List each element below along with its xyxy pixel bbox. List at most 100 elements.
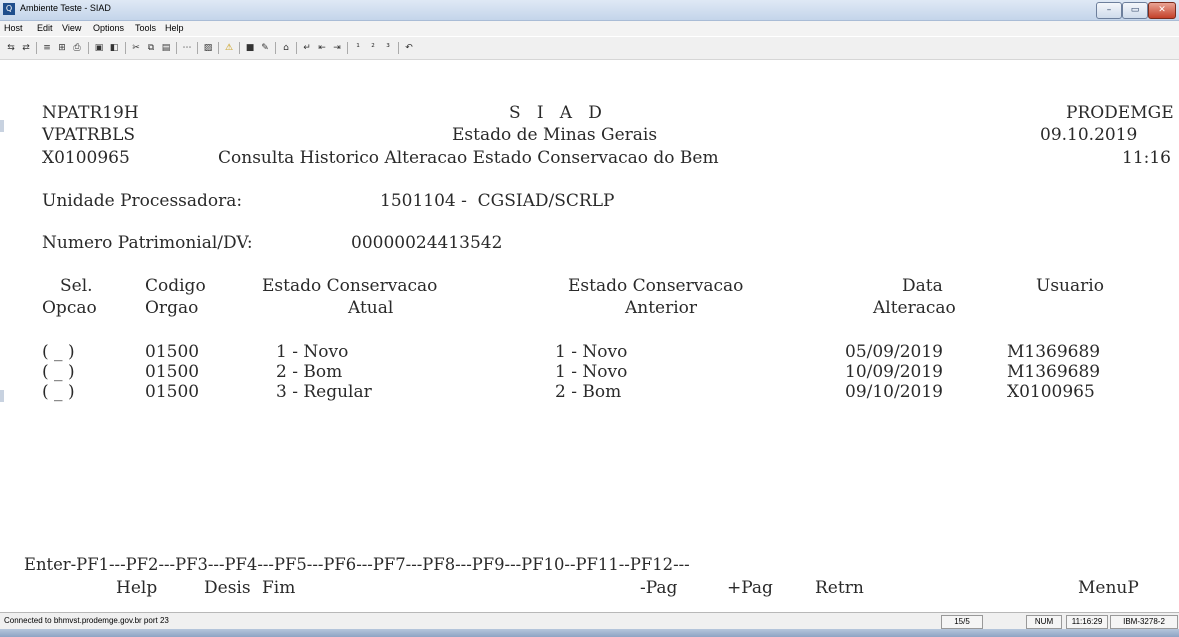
enter-icon[interactable]: ↵ bbox=[301, 42, 313, 54]
home-icon[interactable]: ⌂ bbox=[280, 42, 292, 54]
paste-icon[interactable]: ▤ bbox=[160, 42, 172, 54]
pf2-icon[interactable]: ² bbox=[367, 42, 379, 54]
macro-icon[interactable]: ✎ bbox=[259, 42, 271, 54]
pf3-icon[interactable]: ³ bbox=[382, 42, 394, 54]
program-name: NPATR19H bbox=[42, 103, 139, 123]
pf9-retrn-label[interactable]: Retrn bbox=[815, 578, 864, 598]
row-estado-anterior: 1 - Novo bbox=[555, 362, 628, 382]
row-select-field[interactable]: ( _ ) bbox=[42, 382, 75, 402]
menu-host[interactable]: Host bbox=[4, 23, 23, 33]
row-orgao: 01500 bbox=[145, 342, 200, 362]
tab-icon[interactable]: ⇥ bbox=[331, 42, 343, 54]
menu-view[interactable]: View bbox=[62, 23, 81, 33]
row-usuario: X0100965 bbox=[1007, 382, 1095, 402]
row-usuario: M1369689 bbox=[1007, 362, 1101, 382]
col-anterior-header: Anterior bbox=[625, 298, 698, 318]
col-atual-header: Atual bbox=[348, 298, 394, 318]
minimize-button[interactable]: – bbox=[1096, 2, 1122, 19]
terminal-type: IBM-3278-2 bbox=[1110, 615, 1178, 629]
receive-icon[interactable]: ⊞ bbox=[56, 42, 68, 54]
toolbar-separator bbox=[88, 42, 89, 54]
chart-icon[interactable]: ▨ bbox=[202, 42, 214, 54]
menu-bar: Host Edit View Options Tools Help bbox=[0, 21, 1179, 36]
undo-icon[interactable]: ↶ bbox=[403, 42, 415, 54]
save-session-icon[interactable]: ◧ bbox=[108, 42, 120, 54]
cut-icon[interactable]: ✂ bbox=[130, 42, 142, 54]
state-name: Estado de Minas Gerais bbox=[452, 125, 658, 145]
toolbar-separator bbox=[296, 42, 297, 54]
disconnect-icon[interactable]: ⇄ bbox=[20, 42, 32, 54]
toolbar-separator bbox=[197, 42, 198, 54]
window-titlebar: Q Ambiente Teste - SIAD – ▭ ✕ bbox=[0, 0, 1179, 21]
col-orgao-header: Orgao bbox=[145, 298, 199, 318]
toolbar-separator bbox=[398, 42, 399, 54]
toolbar-separator bbox=[347, 42, 348, 54]
pf7-prev-page-label[interactable]: -Pag bbox=[640, 578, 677, 598]
row-data: 09/10/2019 bbox=[845, 382, 943, 402]
col-codigo-header: Codigo bbox=[145, 276, 206, 296]
unidade-value: 1501104 - CGSIAD/SCRLP bbox=[380, 191, 615, 211]
menu-tools[interactable]: Tools bbox=[135, 23, 156, 33]
row-estado-atual: 1 - Novo bbox=[276, 342, 349, 362]
col-opcao-header: Opcao bbox=[42, 298, 97, 318]
unidade-label: Unidade Processadora: bbox=[42, 191, 243, 211]
send-icon[interactable]: ≡ bbox=[41, 42, 53, 54]
toolbar-separator bbox=[176, 42, 177, 54]
company-name: PRODEMGE bbox=[1066, 103, 1174, 123]
col-alteracao-header: Alteracao bbox=[873, 298, 956, 318]
toolbar-separator bbox=[218, 42, 219, 54]
screen-id: VPATRBLS bbox=[42, 125, 136, 145]
status-bar: Connected to bhmvst.prodemge.gov.br port… bbox=[0, 612, 1179, 630]
pf-keys-line: Enter-PF1---PF2---PF3---PF4---PF5---PF6-… bbox=[24, 555, 690, 574]
pf1-icon[interactable]: ¹ bbox=[352, 42, 364, 54]
close-button[interactable]: ✕ bbox=[1148, 2, 1176, 19]
terminal-screen[interactable]: NPATR19H S I A D PRODEMGE VPATRBLS Estad… bbox=[0, 60, 1179, 610]
row-select-field[interactable]: ( _ ) bbox=[42, 342, 75, 362]
maximize-button[interactable]: ▭ bbox=[1122, 2, 1148, 19]
connection-status: Connected to bhmvst.prodemge.gov.br port… bbox=[4, 616, 169, 625]
pf3-fim-label[interactable]: Fim bbox=[262, 578, 295, 598]
toolbar: ⇆ ⇄ ≡ ⊞ ⎙ ▣ ◧ ✂ ⧉ ▤ ⋯ ▨ ⚠ ■ ✎ ⌂ ↵ ⇤ ⇥ ¹ … bbox=[0, 37, 1179, 60]
col-estado-atual-header: Estado Conservacao bbox=[262, 276, 438, 296]
toolbar-separator bbox=[239, 42, 240, 54]
menu-edit[interactable]: Edit bbox=[37, 23, 53, 33]
copy-icon[interactable]: ⧉ bbox=[145, 42, 157, 54]
status-clock: 11:16:29 bbox=[1066, 615, 1108, 629]
screen-title: Consulta Historico Alteracao Estado Cons… bbox=[218, 148, 719, 168]
more-icon[interactable]: ⋯ bbox=[181, 42, 193, 54]
patrimonio-value: 00000024413542 bbox=[351, 233, 503, 253]
row-usuario: M1369689 bbox=[1007, 342, 1101, 362]
col-data-header: Data bbox=[902, 276, 943, 296]
connect-icon[interactable]: ⇆ bbox=[5, 42, 17, 54]
menu-help[interactable]: Help bbox=[165, 23, 184, 33]
menu-options[interactable]: Options bbox=[93, 23, 124, 33]
app-icon: Q bbox=[3, 3, 15, 15]
row-select-field[interactable]: ( _ ) bbox=[42, 362, 75, 382]
toolbar-separator bbox=[125, 42, 126, 54]
pf8-next-page-label[interactable]: +Pag bbox=[727, 578, 773, 598]
page-setup-icon[interactable]: ▣ bbox=[93, 42, 105, 54]
warning-icon[interactable]: ⚠ bbox=[223, 42, 235, 54]
row-estado-anterior: 1 - Novo bbox=[555, 342, 628, 362]
print-icon[interactable]: ⎙ bbox=[71, 42, 83, 54]
toolbar-separator bbox=[275, 42, 276, 54]
pf1-help-label[interactable]: Help bbox=[116, 578, 157, 598]
row-data: 05/09/2019 bbox=[845, 342, 943, 362]
pf12-menup-label[interactable]: MenuP bbox=[1078, 578, 1139, 598]
window-title: Ambiente Teste - SIAD bbox=[20, 3, 111, 13]
screen-date: 09.10.2019 bbox=[1040, 125, 1138, 145]
pf2-desis-label[interactable]: Desis bbox=[204, 578, 251, 598]
row-orgao: 01500 bbox=[145, 362, 200, 382]
row-orgao: 01500 bbox=[145, 382, 200, 402]
screen-icon[interactable]: ■ bbox=[244, 42, 256, 54]
taskbar bbox=[0, 629, 1179, 637]
row-estado-atual: 2 - Bom bbox=[276, 362, 343, 382]
user-id: X0100965 bbox=[42, 148, 130, 168]
backtab-icon[interactable]: ⇤ bbox=[316, 42, 328, 54]
system-name: S I A D bbox=[509, 103, 602, 123]
col-estado-anterior-header: Estado Conservacao bbox=[568, 276, 744, 296]
screen-time: 11:16 bbox=[1122, 148, 1171, 168]
cursor-position: 15/5 bbox=[941, 615, 983, 629]
patrimonio-label: Numero Patrimonial/DV: bbox=[42, 233, 253, 253]
num-lock-indicator: NUM bbox=[1026, 615, 1062, 629]
